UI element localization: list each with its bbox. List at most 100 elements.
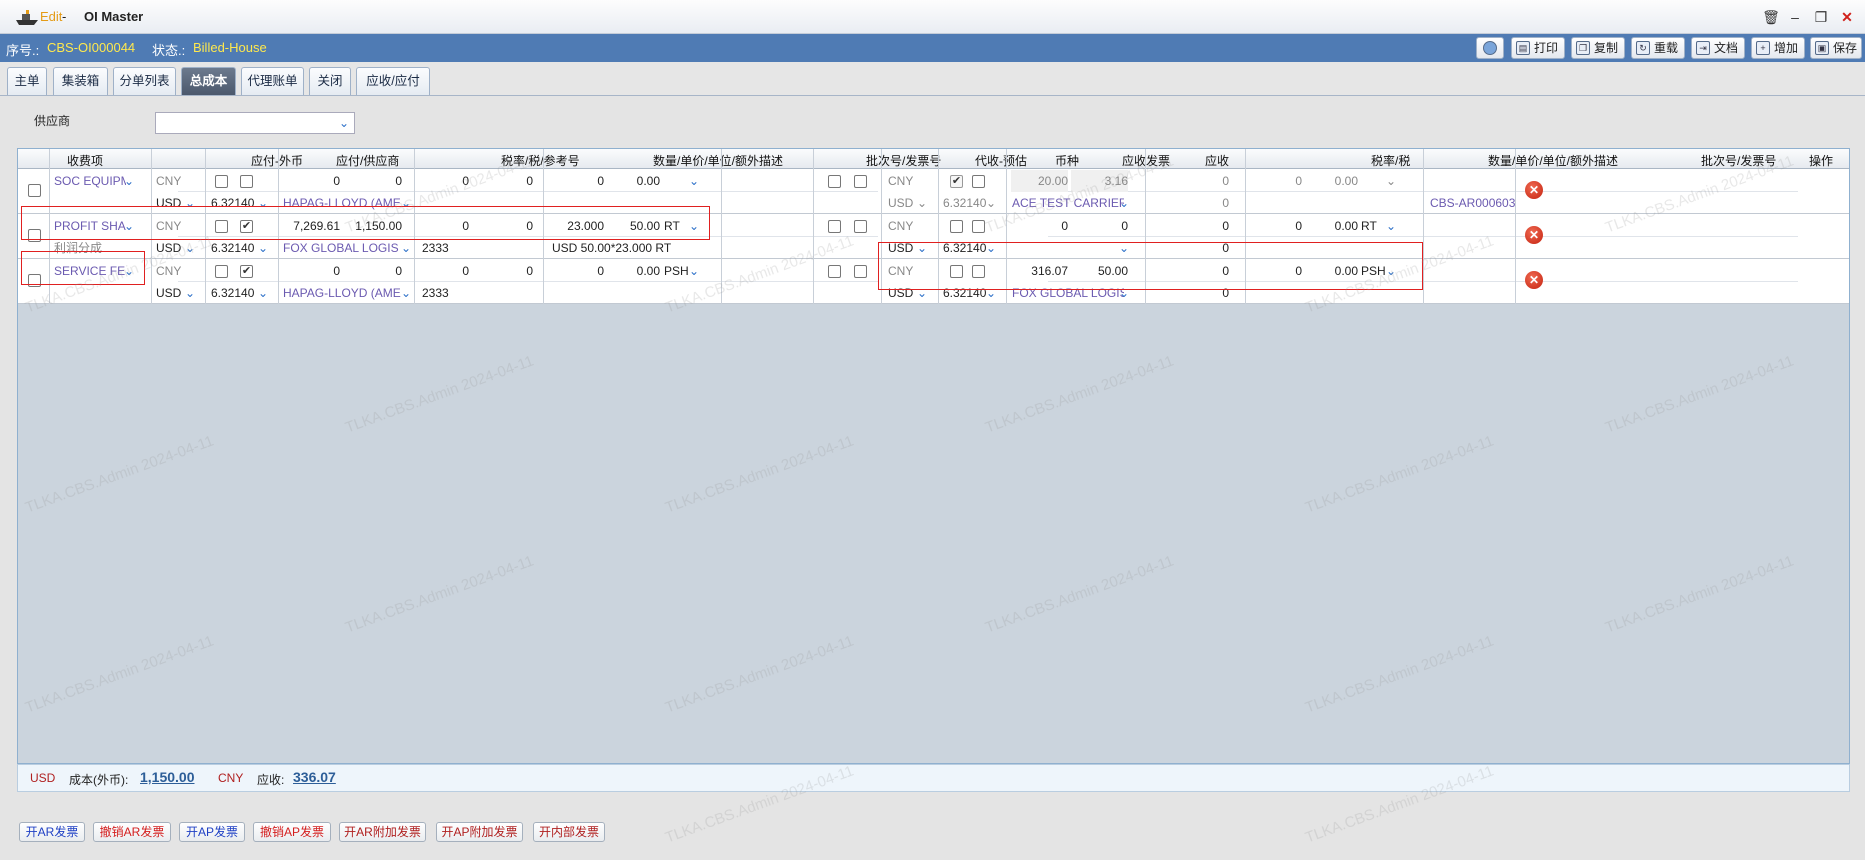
ap-foreign-currency[interactable]: USD [156,282,181,304]
chevron-down-icon[interactable]: ⌄ [1383,218,1399,234]
cancel-ar-invoice-button[interactable]: 撤销AR发票 [93,822,171,842]
trash-icon[interactable]: 🗑 [1762,8,1780,26]
delete-icon[interactable]: ✕ [1525,226,1543,244]
estimate-checkbox[interactable] [854,175,867,188]
open-internal-invoice-button[interactable]: 开内部发票 [533,822,605,842]
ar-value-link[interactable]: 336.07 [293,769,336,785]
restore-icon[interactable]: ❐ [1812,8,1830,26]
estimate-checkbox[interactable] [854,220,867,233]
chevron-down-icon[interactable]: ⌄ [1116,195,1132,211]
tab-containers[interactable]: 集装箱 [53,67,108,95]
close-icon[interactable]: ✕ [1838,8,1856,26]
ap-exchange-rate[interactable]: 6.32140 [211,237,254,259]
ap-amount[interactable]: 0 [283,170,340,192]
col-ar-tax: 税率/税 [1371,154,1411,168]
seq-value: CBS-OI000044 [47,40,136,55]
summary-bar: USD 成本(外币): 1,150.00 CNY 应收: 336.07 [17,764,1850,792]
collect-checkbox[interactable] [828,265,841,278]
chevron-down-icon[interactable]: ⌄ [398,285,414,301]
tax-rate[interactable]: 0 [418,260,469,282]
charges-grid: 收费项 应付-外币 应付/供应商 税率/税/参考号 数量/单价/单位/额外描述 … [17,148,1850,764]
globe-button[interactable] [1476,37,1504,59]
reference-number[interactable]: 2333 [422,282,449,304]
chevron-down-icon[interactable]: ⌄ [121,173,137,189]
chevron-down-icon[interactable]: ⌄ [182,240,198,256]
reference-number[interactable]: 2333 [422,237,449,259]
save-button[interactable]: ▣ 保存 [1810,37,1862,59]
highlight-box [878,242,1423,290]
tab-ar-ap[interactable]: 应收/应付 [356,67,430,95]
ap-exchange-rate[interactable]: 6.32140 [211,282,254,304]
chevron-down-icon[interactable]: ⌄ [255,240,271,256]
ar-invoice-checkbox-2[interactable] [972,220,985,233]
chevron-down-icon[interactable]: ⌄ [686,173,702,189]
tax[interactable]: 0 [474,170,533,192]
col-ar-invoice: 应收发票 [1122,154,1171,168]
ap-checkbox-1[interactable] [215,265,228,278]
ap-currency[interactable]: CNY [156,170,181,192]
minimize-icon[interactable]: – [1786,8,1804,26]
ar-customer[interactable]: ACE TEST CARRIER [1012,192,1124,214]
unit-price[interactable]: 0.00 [608,260,660,282]
ar-currency[interactable]: CNY [888,215,913,237]
ar-batch-number[interactable]: CBS-AR000603 [1430,192,1515,214]
chevron-down-icon[interactable]: ⌄ [398,240,414,256]
ap-vendor[interactable]: HAPAG-LLOYD (AME [283,282,401,304]
ap-checkbox-2[interactable] [240,175,253,188]
ar-invoice-checkbox[interactable] [950,220,963,233]
ap-checkbox-2[interactable]: ✔ [240,265,253,278]
row-select-checkbox[interactable] [28,184,41,197]
tab-main[interactable]: 主单 [7,67,47,95]
docs-button[interactable]: ⇥ 文档 [1691,37,1745,59]
tab-house-list[interactable]: 分单列表 [113,67,176,95]
unit[interactable]: PSH [664,260,689,282]
ar-amount[interactable]: 0 [1011,215,1068,237]
ap-currency[interactable]: CNY [156,260,181,282]
quantity[interactable]: 0 [548,260,604,282]
ar-tax[interactable]: 0 [1151,215,1229,237]
chevron-down-icon[interactable]: ⌄ [255,285,271,301]
ar-invoice-checkbox-2[interactable] [972,175,985,188]
ap-vendor[interactable]: FOX GLOBAL LOGIS [283,237,401,259]
ap-foreign-currency[interactable]: USD [156,237,181,259]
open-ar-invoice-button[interactable]: 开AR发票 [19,822,85,842]
ar-unit-price[interactable]: 0.00 [1308,215,1358,237]
collect-checkbox[interactable] [828,175,841,188]
docs-label: 文档 [1714,41,1739,55]
col-tax-ref: 税率/税/参考号 [501,154,580,168]
print-button[interactable]: ▤ 打印 [1511,37,1565,59]
col-divider [813,149,814,304]
ar-quantity[interactable]: 0 [1252,215,1302,237]
unit-price[interactable]: 0.00 [608,170,660,192]
tax[interactable]: 0 [474,260,533,282]
extra-description[interactable]: USD 50.00*23.000 RT [552,237,671,259]
tax-rate[interactable]: 0 [418,170,469,192]
delete-icon[interactable]: ✕ [1525,271,1543,289]
tab-total-cost[interactable]: 总成本 [181,67,236,95]
chevron-down-icon[interactable]: ⌄ [182,285,198,301]
copy-button[interactable]: ❐ 复制 [1571,37,1625,59]
chevron-down-icon[interactable]: ⌄ [686,263,702,279]
supplier-select[interactable]: ⌄ [155,112,355,134]
ap-foreign-amount[interactable]: 0 [345,260,402,282]
ap-amount[interactable]: 0 [283,260,340,282]
delete-icon[interactable]: ✕ [1525,181,1543,199]
ar-unit[interactable]: RT [1361,215,1377,237]
collect-checkbox[interactable] [828,220,841,233]
charge-item[interactable]: SOC EQUIPM [54,170,126,192]
ap-foreign-amount[interactable]: 0 [345,170,402,192]
estimate-checkbox[interactable] [854,265,867,278]
cost-value-link[interactable]: 1,150.00 [140,769,195,785]
reload-button[interactable]: ↻ 重载 [1631,37,1685,59]
ap-checkbox-1[interactable] [215,175,228,188]
tab-agent-bill[interactable]: 代理账单 [241,67,304,95]
add-button[interactable]: + 增加 [1751,37,1805,59]
open-ar-extra-invoice-button[interactable]: 开AR附加发票 [339,822,426,842]
tab-close[interactable]: 关闭 [309,67,351,95]
open-ap-extra-invoice-button[interactable]: 开AP附加发票 [436,822,523,842]
quantity[interactable]: 0 [548,170,604,192]
ar-foreign-amount[interactable]: 0 [1071,215,1128,237]
ar-currency-label: CNY [218,771,244,785]
cancel-ap-invoice-button[interactable]: 撤销AP发票 [253,822,331,842]
open-ap-invoice-button[interactable]: 开AP发票 [179,822,245,842]
